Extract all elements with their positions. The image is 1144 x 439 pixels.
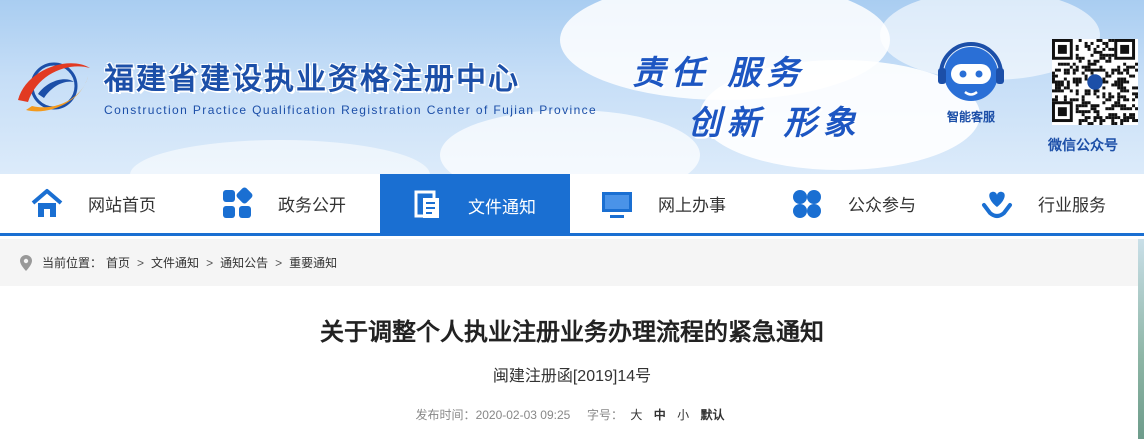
nav-label: 政务公开 [278, 196, 346, 215]
site-subtitle: Construction Practice Qualification Regi… [104, 103, 598, 117]
font-size-medium-button[interactable]: 中 [654, 408, 666, 422]
nav-item-notices[interactable]: 文件通知 [380, 174, 570, 236]
robot-icon [938, 42, 1004, 101]
clover-icon [793, 189, 821, 218]
nav-label: 网站首页 [88, 196, 156, 215]
nav-label: 公众参与 [848, 196, 916, 215]
document-icon [414, 190, 439, 218]
font-size-small-button[interactable]: 小 [677, 408, 689, 422]
breadcrumb-notices-link[interactable]: 文件通知 [151, 254, 199, 271]
breadcrumb-prefix: 当前位置： [42, 256, 103, 270]
grid-icon [223, 187, 253, 218]
nav-item-industry-service[interactable]: 行业服务 [950, 174, 1140, 233]
header-banner: 福建省建设执业资格注册中心 Construction Practice Qual… [0, 0, 1144, 174]
slogan-line-1: 责任 服务 [632, 53, 806, 92]
breadcrumb-announcements-link[interactable]: 通知公告 [220, 254, 268, 271]
location-pin-icon [20, 254, 32, 271]
font-size-default-button[interactable]: 默认 [700, 408, 724, 422]
main-nav: 网站首页 政务公开 文件通知 网上办事 公众参与 行业服务 [0, 174, 1144, 236]
nav-label: 网上办事 [658, 196, 726, 215]
breadcrumb-home-link[interactable]: 首页 [106, 254, 130, 271]
monitor-icon [602, 191, 632, 218]
nav-item-gov-affairs[interactable]: 政务公开 [190, 174, 380, 233]
cloud-decoration [440, 110, 700, 174]
smart-service-button[interactable]: 智能客服 [935, 40, 1007, 130]
slogan-line-2: 创新 形象 [688, 103, 862, 142]
wechat-qr-label: 微信公众号 [1048, 137, 1118, 153]
site-logo-icon[interactable] [8, 50, 96, 122]
home-icon [31, 188, 63, 217]
article-meta: 发布时间：2020-02-03 09:25 字号： 大 中 小 默认 [0, 406, 1144, 423]
font-size-large-button[interactable]: 大 [630, 408, 642, 422]
breadcrumb-separator: > [275, 255, 283, 270]
breadcrumb-separator: > [206, 255, 214, 270]
nav-item-online-service[interactable]: 网上办事 [570, 174, 760, 233]
nav-item-public-participation[interactable]: 公众参与 [760, 174, 950, 233]
site-title: 福建省建设执业资格注册中心 [104, 62, 520, 97]
breadcrumb-separator: > [137, 255, 145, 270]
font-size-label: 字号： [587, 408, 624, 422]
wechat-qr-code [1052, 39, 1138, 125]
publish-time: 2020-02-03 09:25 [475, 408, 571, 422]
publish-time-label: 发布时间： [415, 408, 476, 422]
breadcrumb: 当前位置： 首页 > 文件通知 > 通知公告 > 重要通知 [0, 239, 1144, 286]
smart-service-label: 智能客服 [946, 110, 995, 124]
article-title: 关于调整个人执业注册业务办理流程的紧急通知 [320, 319, 824, 346]
breadcrumb-important-link[interactable]: 重要通知 [289, 254, 337, 271]
cloud-decoration [130, 140, 430, 174]
heart-hand-icon [982, 191, 1012, 218]
article-doc-number: 闽建注册函[2019]14号 [492, 368, 652, 385]
nav-label: 文件通知 [468, 197, 536, 217]
nav-label: 行业服务 [1038, 196, 1106, 215]
nav-item-home[interactable]: 网站首页 [0, 174, 190, 233]
